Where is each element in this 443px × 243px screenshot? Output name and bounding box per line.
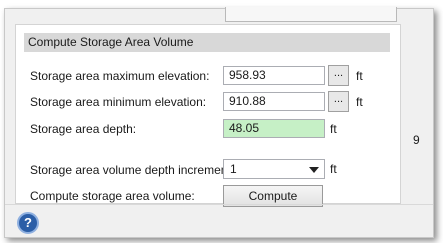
depth-field: 48.05: [223, 119, 325, 138]
help-icon[interactable]: ?: [17, 212, 39, 234]
min-elevation-label: Storage area minimum elevation:: [30, 95, 207, 109]
group-title: Compute Storage Area Volume: [24, 33, 390, 52]
chevron-down-icon[interactable]: [309, 167, 319, 173]
max-elevation-label: Storage area maximum elevation:: [30, 69, 210, 83]
max-elevation-browse-button[interactable]: ...: [328, 65, 349, 86]
max-elevation-unit: ft: [356, 69, 363, 83]
dialog-window: Compute Storage Area Volume Storage area…: [4, 7, 434, 238]
max-elevation-input[interactable]: 958.93: [223, 66, 325, 85]
footer-divider: [5, 204, 433, 205]
compute-label: Compute storage area volume:: [30, 189, 195, 203]
compute-volume-group: Compute Storage Area Volume Storage area…: [15, 24, 401, 207]
partial-field-above: [225, 7, 397, 22]
increment-unit: ft: [330, 162, 337, 176]
increment-label: Storage area volume depth increment:: [30, 163, 235, 177]
increment-value: 1: [230, 162, 237, 176]
min-elevation-browse-button[interactable]: ...: [328, 91, 349, 112]
clipped-text: 9: [413, 133, 420, 147]
depth-unit: ft: [330, 122, 337, 136]
min-elevation-input[interactable]: 910.88: [223, 92, 325, 111]
min-elevation-unit: ft: [356, 95, 363, 109]
increment-select[interactable]: 1: [223, 159, 325, 179]
depth-label: Storage area depth:: [30, 122, 137, 136]
